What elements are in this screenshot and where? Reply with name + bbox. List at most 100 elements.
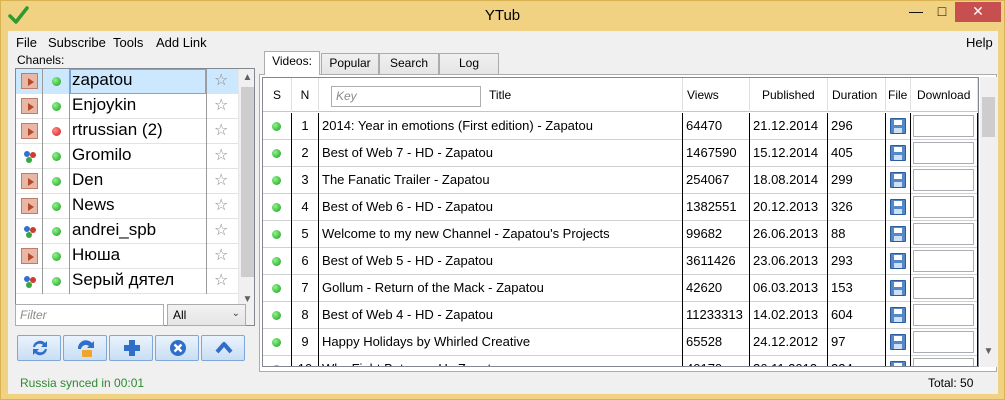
refresh-button[interactable] [17,335,61,361]
duration-cell: 97 [828,329,886,356]
favorite-toggle[interactable]: ☆ [206,94,236,119]
download-progress-box[interactable] [913,223,974,245]
published-cell: 20.12.2013 [750,194,828,221]
channel-filter-select[interactable]: All ⌄ [167,304,246,326]
menu-tools[interactable]: Tools [113,35,143,50]
download-cell [911,167,978,194]
channel-list-scrollbar[interactable]: ▲ ▼ [238,69,254,325]
sync-button[interactable] [63,335,107,361]
scroll-down-arrow-icon[interactable]: ▼ [980,343,997,360]
close-button[interactable]: ✕ [955,2,1001,22]
favorite-toggle[interactable]: ☆ [206,269,236,294]
tab-log[interactable]: Log [439,53,499,74]
header-download[interactable]: Download [911,78,978,112]
table-row[interactable]: 5 Welcome to my new Channel - Zapatou's P… [263,221,978,248]
table-row[interactable]: 8 Best of Web 4 - HD - Zapatou 11233313 14.… [263,302,978,329]
menu-file[interactable]: File [16,35,37,50]
save-file-icon[interactable] [890,172,906,188]
header-number[interactable]: N [292,78,319,112]
scroll-up-arrow-icon[interactable]: ▲ [239,69,254,86]
title-cell: Gollum - Return of the Mack - Zapatou [319,275,683,302]
header-views[interactable]: Views [683,78,750,112]
table-row[interactable]: 3 The Fanatic Trailer - Zapatou 254067 18.0… [263,167,978,194]
download-progress-box[interactable] [913,331,974,353]
channel-row[interactable]: Den ☆ [16,169,238,194]
table-row[interactable]: 9 Happy Holidays by Whirled Creative 65528… [263,329,978,356]
save-file-icon[interactable] [890,226,906,242]
scrollbar-thumb[interactable] [241,87,254,277]
save-file-icon[interactable] [890,334,906,350]
channel-row[interactable]: Enjoykin ☆ [16,94,238,119]
title-cell: Best of Web 7 - HD - Zapatou [319,140,683,167]
download-progress-box[interactable] [913,169,974,191]
channel-row[interactable]: News ☆ [16,194,238,219]
table-row[interactable]: 10Why Fight Between Us Zapatou4017026.11… [263,356,978,366]
download-progress-box[interactable] [913,196,974,218]
favorite-toggle[interactable]: ☆ [206,244,236,269]
save-file-icon[interactable] [890,280,906,296]
duration-cell: 88 [828,221,886,248]
remove-channel-button[interactable] [155,335,199,361]
header-duration[interactable]: Duration [828,78,886,112]
favorite-toggle[interactable]: ☆ [206,144,236,169]
download-progress-box[interactable] [913,250,974,272]
table-row[interactable]: 2 Best of Web 7 - HD - Zapatou 1467590 15.1… [263,140,978,167]
number-cell: 9 [292,329,319,356]
save-file-icon[interactable] [890,118,906,134]
header-file[interactable]: File [886,78,911,112]
channel-name: Нюша [72,245,121,264]
title-cell: The Fanatic Trailer - Zapatou [319,167,683,194]
channel-filter-input[interactable]: Filter [15,304,164,326]
save-file-icon[interactable] [890,199,906,215]
channel-row[interactable]: andrei_spb ☆ [16,219,238,244]
tab-popular[interactable]: Popular [321,53,379,74]
duration-cell: 296 [828,113,886,140]
table-row[interactable]: 1 2014: Year in emotions (First edition) … [263,113,978,140]
favorite-toggle[interactable]: ☆ [206,219,236,244]
favorite-toggle[interactable]: ☆ [206,69,236,94]
plus-icon [124,340,140,356]
favorite-toggle[interactable]: ☆ [206,194,236,219]
menu-subscribe[interactable]: Subscribe [48,35,106,50]
title-bar[interactable]: YTub — □ ✕ [1,1,1004,31]
channel-row[interactable]: Gromilo ☆ [16,144,238,169]
channel-row[interactable]: zapatou ☆ [16,69,238,94]
download-progress-box[interactable] [913,277,974,299]
status-green-icon [52,227,61,236]
download-progress-box[interactable] [913,115,974,137]
table-row[interactable]: 4 Best of Web 6 - HD - Zapatou 1382551 20.1… [263,194,978,221]
download-progress-box[interactable] [913,142,974,164]
number-cell: 6 [292,248,319,275]
download-progress-box[interactable] [913,304,974,326]
move-up-button[interactable] [201,335,245,361]
status-cell [263,140,292,167]
channel-row[interactable]: rtrussian (2) ☆ [16,119,238,144]
tab-videos[interactable]: Videos: [264,51,320,75]
channel-row[interactable]: Нюша ☆ [16,244,238,269]
table-row[interactable]: 7 Gollum - Return of the Mack - Zapatou 42… [263,275,978,302]
menu-add-link[interactable]: Add Link [156,35,207,50]
add-channel-button[interactable] [109,335,153,361]
scrollbar-thumb[interactable] [982,97,995,137]
views-cell: 42620 [683,275,750,302]
favorite-toggle[interactable]: ☆ [206,169,236,194]
menu-help[interactable]: Help [966,35,993,50]
download-progress-box[interactable] [913,358,974,366]
favorite-toggle[interactable]: ☆ [206,119,236,144]
maximize-button[interactable]: □ [929,2,955,22]
header-status[interactable]: S [263,78,292,112]
title-cell: Best of Web 5 - HD - Zapatou [319,248,683,275]
table-row[interactable]: 6 Best of Web 5 - HD - Zapatou 3611426 23.0… [263,248,978,275]
key-filter-input[interactable]: Key [331,86,481,107]
save-file-icon[interactable] [890,307,906,323]
save-file-icon[interactable] [890,253,906,269]
header-published[interactable]: Published [750,78,828,112]
minimize-button[interactable]: — [903,2,929,22]
tab-search[interactable]: Search [379,53,439,74]
videos-grid-scrollbar[interactable]: ▼ [980,77,997,367]
save-file-icon[interactable] [890,145,906,161]
channel-status-cell [43,219,70,244]
channel-name: rtrussian (2) [72,120,163,139]
save-file-icon[interactable] [890,361,906,366]
channel-row[interactable]: Sерый дятел ☆ [16,269,238,294]
